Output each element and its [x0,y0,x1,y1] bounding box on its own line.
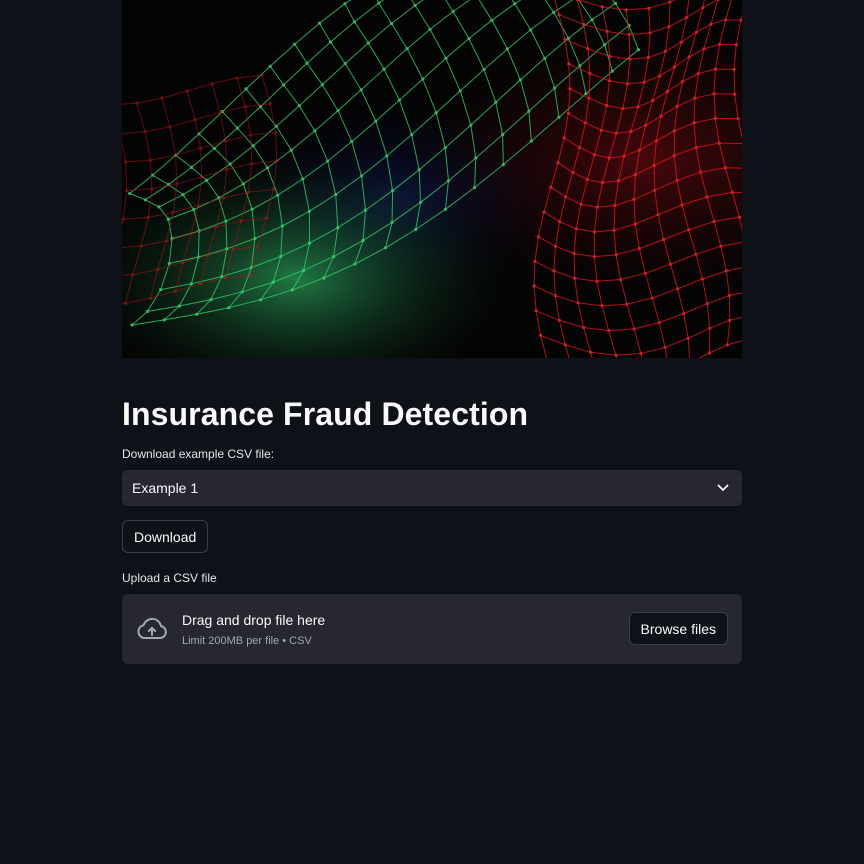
cloud-upload-icon [136,613,168,645]
network-mesh-illustration [122,0,742,358]
example-select-value: Example 1 [132,480,199,496]
file-dropzone[interactable]: Drag and drop file here Limit 200MB per … [122,594,742,664]
dropzone-text: Drag and drop file here Limit 200MB per … [182,611,325,648]
chevron-down-icon [716,481,730,495]
page-title: Insurance Fraud Detection [122,396,529,432]
dropzone-limit: Limit 200MB per file • CSV [182,634,312,647]
dropzone-title: Drag and drop file here [182,611,326,628]
upload-label: Upload a CSV file [122,571,217,585]
download-select-label: Download example CSV file: [122,447,275,461]
app-page: Insurance Fraud Detection Download examp… [0,0,864,864]
example-select[interactable]: Example 1 [122,470,742,506]
hero-image [122,0,742,358]
download-button[interactable]: Download [122,520,209,553]
browse-files-button[interactable]: Browse files [628,612,728,645]
main-content: Insurance Fraud Detection Download examp… [122,0,742,664]
